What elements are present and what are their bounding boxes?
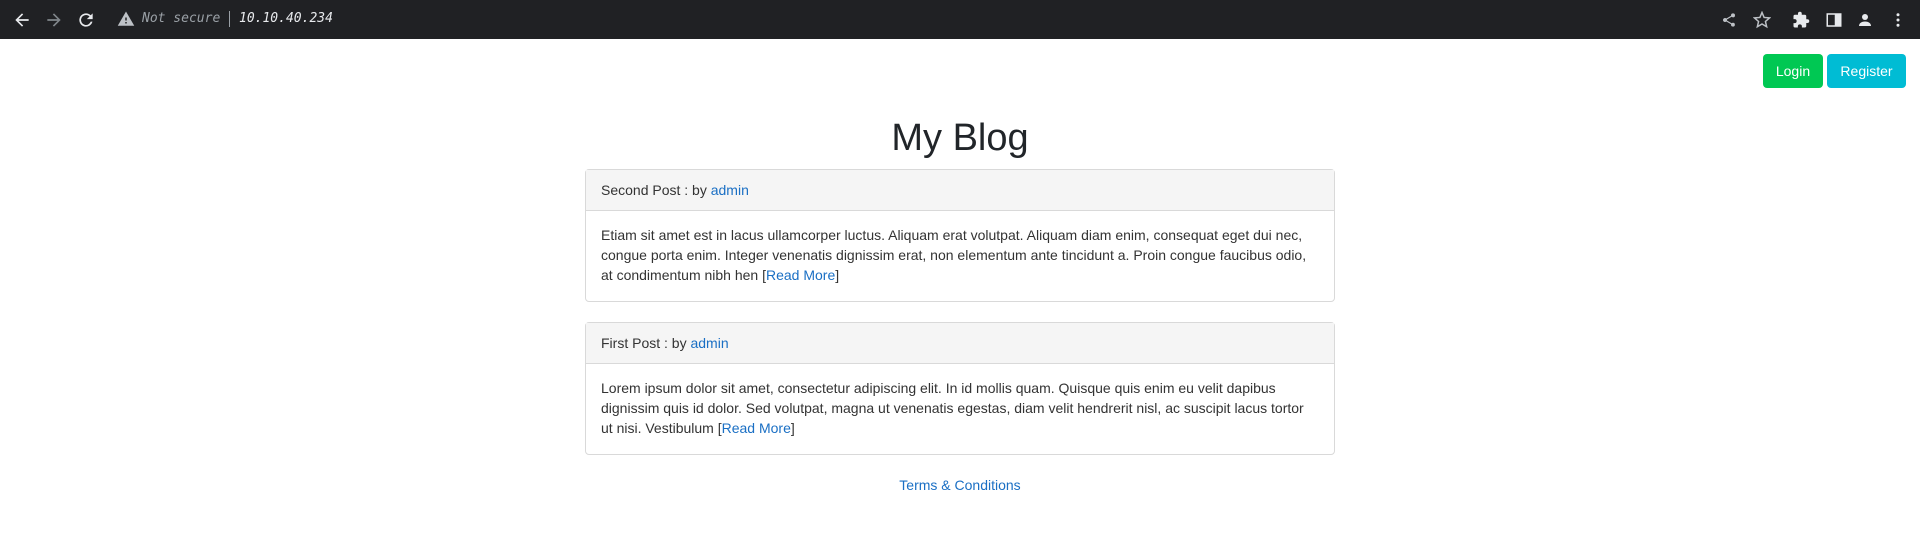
author-link[interactable]: admin [711,182,749,198]
omnibox-divider [229,11,230,27]
post-body: Lorem ipsum dolor sit amet, consectetur … [601,380,1304,436]
back-icon[interactable] [9,7,35,33]
read-more-link[interactable]: Read More [766,267,835,283]
post-header: First Post : by admin [586,323,1334,364]
post-body: Etiam sit amet est in lacus ullamcorper … [601,227,1307,283]
post-excerpt: Lorem ipsum dolor sit amet, consectetur … [601,380,1304,436]
post-card: First Post : by admin Lorem ipsum dolor … [585,322,1335,455]
author-link[interactable]: admin [690,335,728,351]
page-title: My Blog [891,117,1029,159]
register-button[interactable]: Register [1827,54,1906,88]
security-status[interactable]: Not secure [142,10,220,28]
login-button[interactable]: Login [1763,54,1823,88]
post-card: Second Post : by admin Etiam sit amet es… [585,169,1335,302]
extensions-icon[interactable] [1788,7,1814,33]
post-title: Second Post : by [601,182,711,198]
reload-icon[interactable] [73,7,99,33]
footer: Terms & Conditions [0,476,1920,494]
side-panel-icon[interactable] [1821,7,1847,33]
post-title: First Post : by [601,335,691,351]
share-icon[interactable] [1716,7,1742,33]
star-icon[interactable] [1749,7,1775,33]
profile-icon[interactable] [1852,7,1878,33]
post-header: Second Post : by admin [586,170,1334,211]
browser-toolbar: Not secure 10.10.40.234 [0,0,1920,39]
terms-link[interactable]: Terms & Conditions [899,477,1020,493]
forward-icon[interactable] [41,7,67,33]
menu-icon[interactable] [1885,7,1911,33]
address-bar-url[interactable]: 10.10.40.234 [239,10,333,28]
post-excerpt: Etiam sit amet est in lacus ullamcorper … [601,227,1307,283]
read-more-link[interactable]: Read More [722,420,791,436]
warning-icon[interactable] [117,10,135,28]
